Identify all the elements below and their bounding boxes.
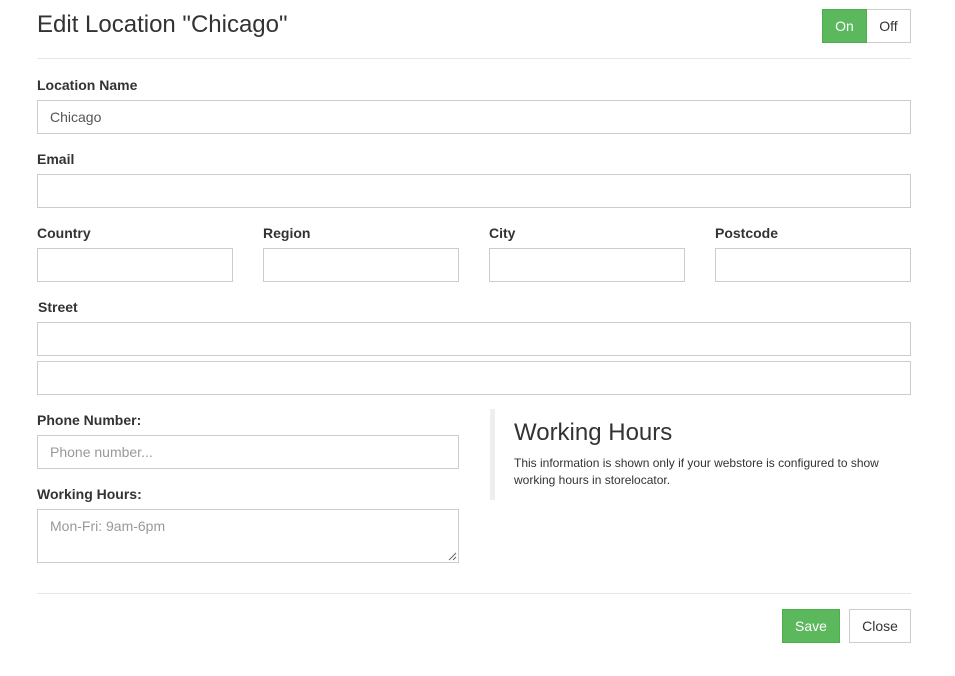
footer-divider	[37, 593, 911, 594]
phone-label: Phone Number:	[37, 412, 142, 428]
info-title: Working Hours	[514, 419, 673, 446]
region-input[interactable]	[263, 248, 459, 282]
postcode-label: Postcode	[715, 225, 779, 241]
street-label: Street	[38, 299, 78, 315]
street-line1-input[interactable]	[37, 322, 911, 356]
country-input[interactable]	[37, 248, 233, 282]
location-name-label: Location Name	[37, 77, 138, 93]
working-hours-placeholder: Mon-Fri: 9am-6pm	[50, 518, 166, 534]
email-input[interactable]	[37, 174, 911, 208]
toggle-on-button[interactable]: On	[822, 9, 867, 43]
save-button[interactable]: Save	[782, 609, 840, 643]
resize-handle-icon[interactable]	[448, 552, 457, 561]
working-hours-label: Working Hours:	[37, 486, 142, 502]
info-text: This information is shown only if your w…	[514, 456, 879, 487]
city-label: City	[489, 225, 516, 241]
status-toggle[interactable]: On Off	[822, 9, 911, 43]
toggle-off-button[interactable]: Off	[867, 9, 911, 43]
phone-input[interactable]: Phone number...	[37, 435, 459, 469]
close-button[interactable]: Close	[849, 609, 911, 643]
country-label: Country	[37, 225, 91, 241]
street-line2-input[interactable]	[37, 361, 911, 395]
email-label: Email	[37, 151, 75, 167]
working-hours-info: Working Hours This information is shown …	[490, 409, 911, 500]
postcode-input[interactable]	[715, 248, 911, 282]
city-input[interactable]	[489, 248, 685, 282]
working-hours-textarea[interactable]: Mon-Fri: 9am-6pm	[37, 509, 459, 563]
page-title: Edit Location "Chicago"	[37, 11, 288, 38]
region-label: Region	[263, 225, 311, 241]
modal-header: Edit Location "Chicago" On Off	[37, 0, 911, 59]
location-name-input[interactable]: Chicago	[37, 100, 911, 134]
